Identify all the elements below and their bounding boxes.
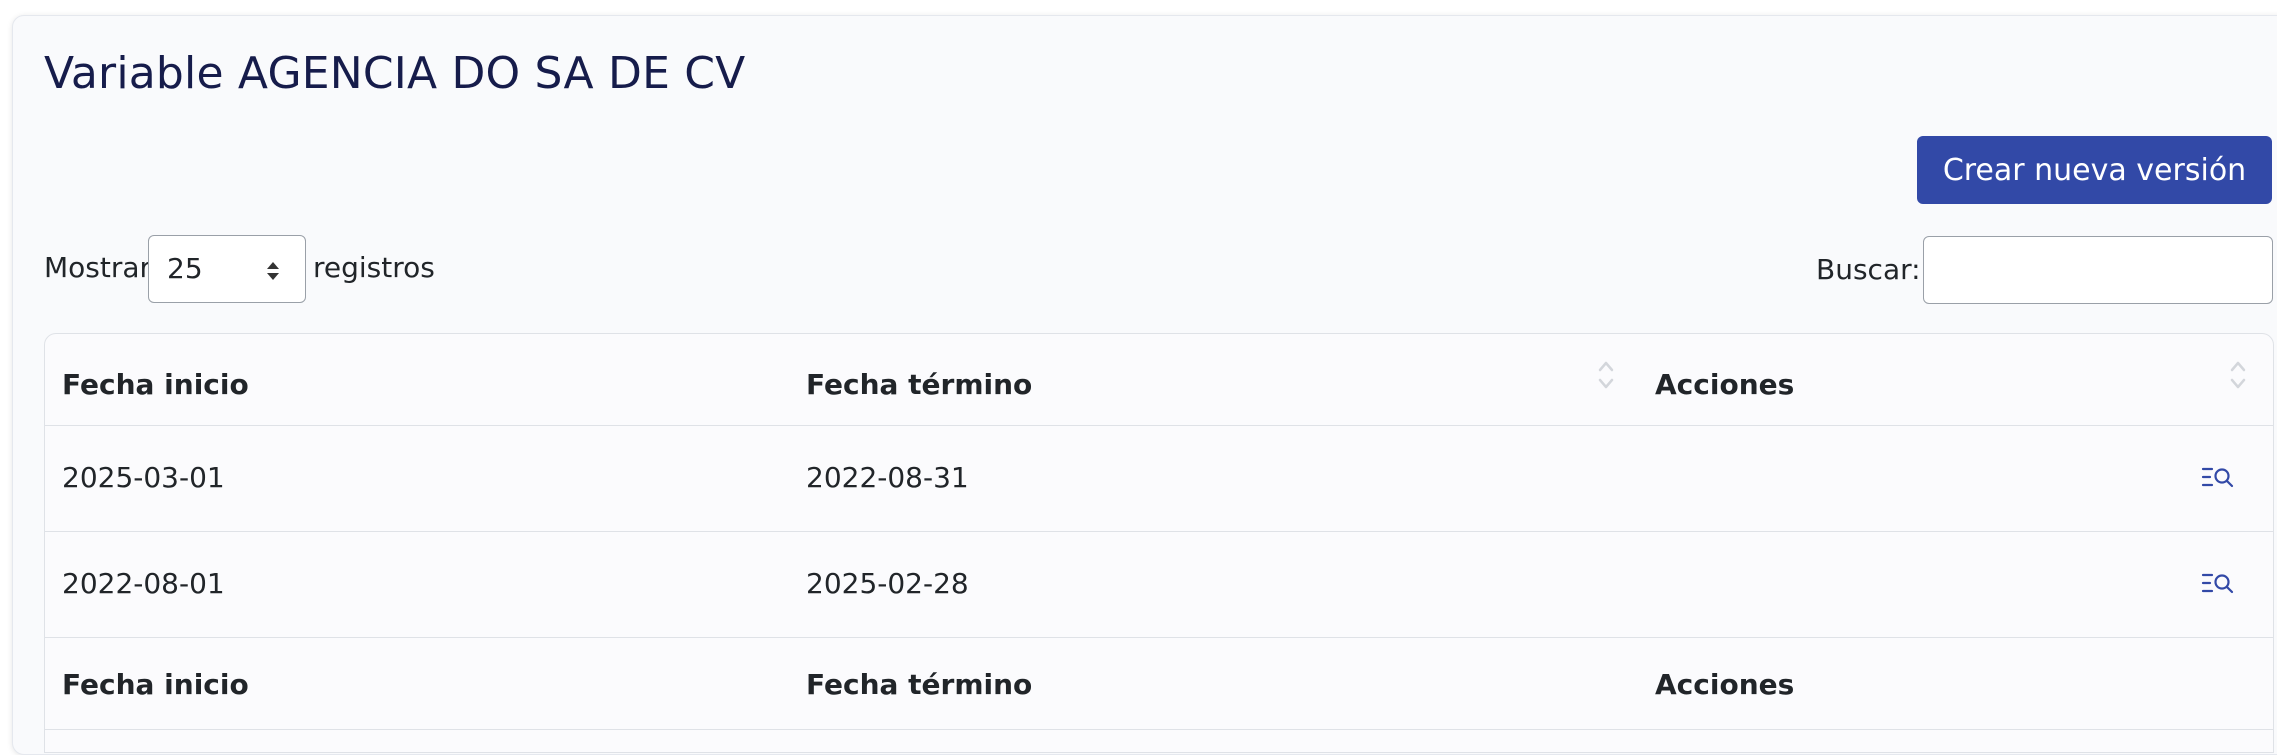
table-header-row: Fecha inicio Fecha término Acciones (45, 334, 2273, 426)
page-length-select[interactable]: 25 (148, 235, 306, 303)
length-menu-suffix: registros (313, 251, 435, 284)
length-menu-prefix: Mostrar (44, 251, 152, 284)
table-row: 2022-08-01 2025-02-28 (45, 532, 2273, 638)
create-new-version-button[interactable]: Crear nueva versión (1917, 136, 2272, 204)
sort-icon[interactable] (2229, 358, 2247, 392)
footer-header-acciones: Acciones (1655, 668, 1795, 701)
table-footer-row: Fecha inicio Fecha término Acciones (45, 638, 2273, 730)
sort-icon[interactable] (1597, 358, 1615, 392)
versions-table: Fecha inicio Fecha término Acciones 2025… (44, 333, 2274, 753)
cell-fecha-termino: 2025-02-28 (806, 567, 969, 600)
table-row: 2025-03-01 2022-08-31 (45, 426, 2273, 532)
cell-fecha-inicio: 2025-03-01 (62, 461, 225, 494)
column-header-fecha-inicio[interactable]: Fecha inicio (62, 368, 249, 401)
page-length-value: 25 (167, 252, 203, 285)
page-title: Variable AGENCIA DO SA DE CV (44, 48, 746, 99)
cell-fecha-inicio: 2022-08-01 (62, 567, 225, 600)
column-header-fecha-termino[interactable]: Fecha término (806, 368, 1032, 401)
column-header-acciones[interactable]: Acciones (1655, 368, 1794, 401)
cell-fecha-termino: 2022-08-31 (806, 461, 969, 494)
footer-header-fecha-termino: Fecha término (806, 668, 1033, 701)
view-details-icon[interactable] (2201, 464, 2235, 490)
select-arrows-icon (267, 262, 279, 280)
view-details-icon[interactable] (2201, 570, 2235, 596)
footer-header-fecha-inicio: Fecha inicio (62, 668, 249, 701)
search-label: Buscar: (1816, 253, 1921, 286)
search-input[interactable] (1923, 236, 2273, 304)
